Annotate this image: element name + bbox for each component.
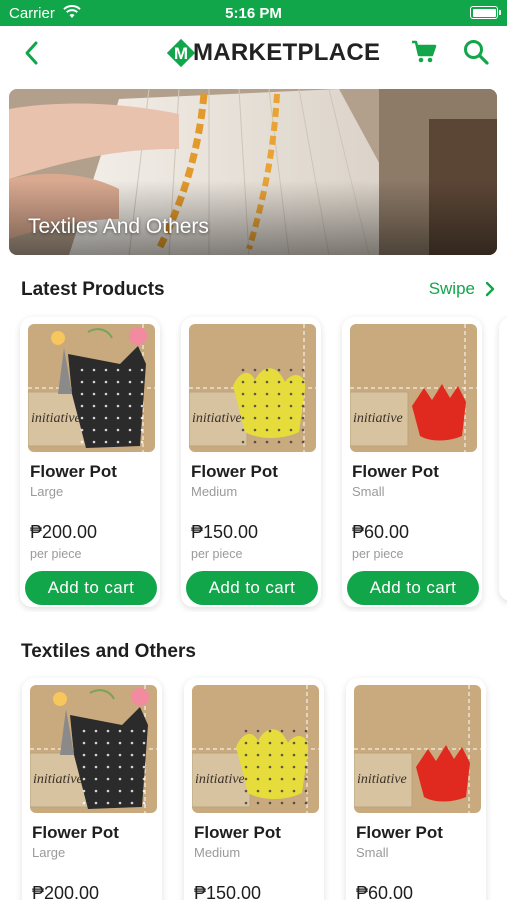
product-size: Large [32,845,66,860]
product-card[interactable]: initiative Flower Pot Large ₱200.00 [22,678,162,900]
product-name: Flower Pot [32,823,119,842]
latest-products-header: Latest Products Swipe [0,275,507,305]
product-size: Large [30,484,64,499]
product-photo: initiative [192,685,319,813]
product-name: Flower Pot [194,823,281,842]
back-chevron-icon[interactable] [20,40,46,66]
price-unit: per piece [352,547,404,561]
section-title-latest: Latest Products [21,279,165,300]
brand-logo-icon: M [166,38,196,68]
swipe-link[interactable]: Swipe [429,279,495,299]
product-price: ₱200.00 [30,522,98,542]
cart-icon[interactable] [410,38,438,66]
page-title: MARKETPLACE [193,39,381,66]
product-name: Flower Pot [191,462,278,481]
product-price: ₱150.00 [191,522,259,542]
product-image: initiative [28,324,155,452]
category-banner[interactable]: Textiles And Others [9,89,497,255]
status-bar: Carrier 5:16 PM [0,0,507,26]
next-card-peek[interactable] [499,317,507,601]
product-price: ₱200.00 [32,883,100,900]
product-card[interactable]: initiative Flower Pot Medium ₱150.00 [184,678,324,900]
svg-text:initiative: initiative [195,772,245,787]
brand-logo-letter: M [174,44,188,63]
section-title-textiles: Textiles and Others [21,641,196,662]
clock: 5:16 PM [225,5,282,22]
product-photo: initiative [350,324,477,452]
product-name: Flower Pot [30,462,117,481]
product-image: initiative [350,324,477,452]
textiles-carousel[interactable]: initiative Flower Pot Large ₱200.00 init… [0,673,507,900]
add-to-cart-button[interactable]: Add to cart [25,571,157,605]
chevron-right-icon [485,281,495,297]
add-to-cart-button[interactable]: Add to cart [186,571,318,605]
product-photo: initiative [354,685,481,813]
svg-text:initiative: initiative [33,772,83,787]
product-size: Small [352,484,385,499]
product-price: ₱150.00 [194,883,262,900]
product-image: initiative [30,685,157,813]
product-card[interactable]: initiative Flower Pot Small ₱60.00 [346,678,486,900]
brand: M MARKETPLACE [166,34,380,72]
product-photo: initiative [28,324,155,452]
product-card[interactable]: initiative Flower Pot Large ₱200.00 per … [20,317,160,607]
product-image: initiative [192,685,319,813]
product-price: ₱60.00 [356,883,414,900]
product-name: Flower Pot [352,462,439,481]
svg-text:initiative: initiative [357,772,407,787]
price-unit: per piece [30,547,82,561]
svg-text:initiative: initiative [192,411,242,426]
svg-text:initiative: initiative [353,411,403,426]
nav-bar: M MARKETPLACE [0,26,507,82]
product-image: initiative [189,324,316,452]
search-icon[interactable] [462,38,490,66]
product-image: initiative [354,685,481,813]
banner-title: Textiles And Others [28,215,209,238]
battery-icon [470,6,501,19]
product-price: ₱60.00 [352,522,410,542]
product-photo: initiative [30,685,157,813]
swipe-label: Swipe [428,279,475,298]
product-size: Medium [191,484,238,499]
product-size: Small [356,845,389,860]
product-card[interactable]: initiative Flower Pot Medium ₱150.00 per… [181,317,321,607]
product-photo: initiative [189,324,316,452]
product-name: Flower Pot [356,823,443,842]
product-size: Medium [194,845,241,860]
add-to-cart-button[interactable]: Add to cart [347,571,479,605]
latest-products-carousel[interactable]: initiative Flower Pot Large ₱200.00 per … [0,312,507,612]
price-unit: per piece [191,547,243,561]
product-card[interactable]: initiative Flower Pot Small ₱60.00 per p… [342,317,482,607]
svg-text:initiative: initiative [31,411,81,426]
textiles-header: Textiles and Others [0,637,507,667]
